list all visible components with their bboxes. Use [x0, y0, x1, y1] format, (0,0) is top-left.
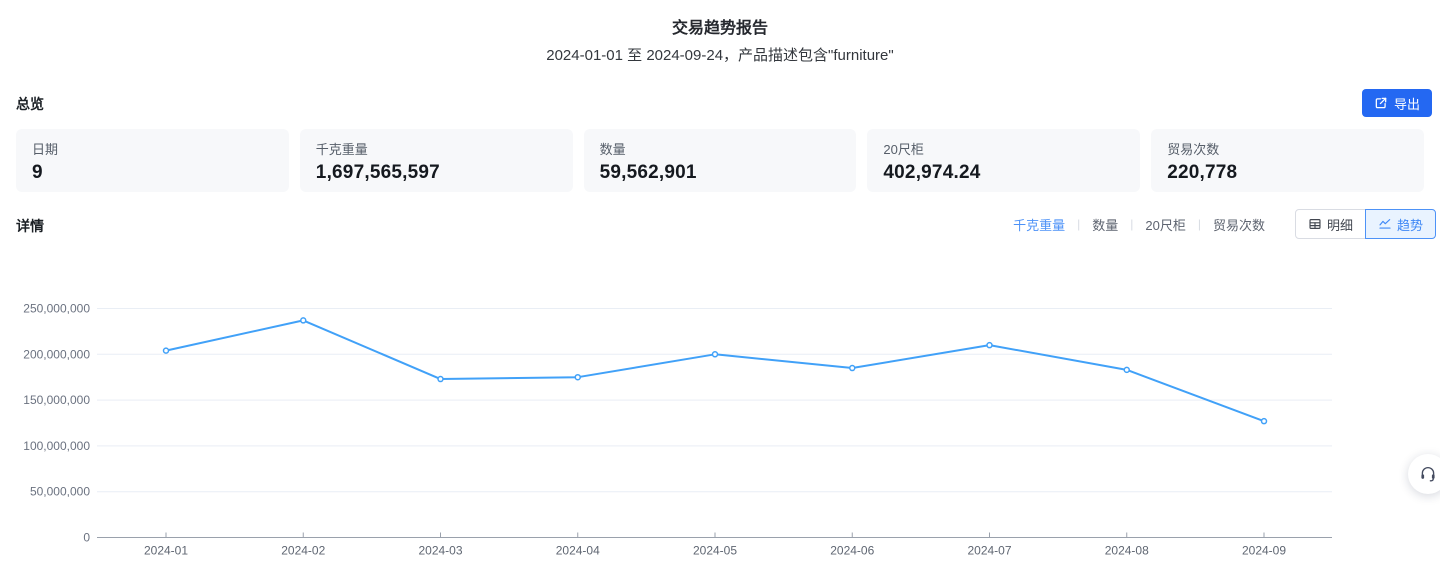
page-subtitle: 2024-01-01 至 2024-09-24，产品描述包含"furniture…: [0, 44, 1440, 65]
tab-separator: |: [1130, 217, 1133, 231]
tab-kg-weight[interactable]: 千克重量: [1013, 215, 1065, 234]
stat-label: 千克重量: [316, 139, 557, 158]
svg-text:250,000,000: 250,000,000: [23, 302, 90, 316]
svg-text:2024-03: 2024-03: [418, 544, 462, 558]
stat-card-trade-count: 贸易次数 220,778: [1151, 129, 1424, 192]
overview-heading: 总览: [16, 94, 44, 114]
stat-card-kg-weight: 千克重量 1,697,565,597: [300, 129, 573, 192]
svg-text:150,000,000: 150,000,000: [23, 393, 90, 407]
stat-card-quantity: 数量 59,562,901: [584, 129, 857, 192]
details-heading: 详情: [16, 216, 44, 236]
trade-trend-report-page: 交易趋势报告 2024-01-01 至 2024-09-24，产品描述包含"fu…: [0, 0, 1440, 588]
tab-trade-count[interactable]: 贸易次数: [1213, 215, 1265, 234]
stat-value: 9: [32, 162, 273, 184]
export-icon: [1374, 96, 1388, 110]
tab-teu[interactable]: 20尺柜: [1145, 215, 1185, 234]
trend-view-label: 趋势: [1397, 215, 1423, 234]
stat-value: 59,562,901: [600, 162, 841, 184]
export-button[interactable]: 导出: [1362, 89, 1432, 117]
svg-text:2024-07: 2024-07: [967, 544, 1011, 558]
stat-value: 402,974.24: [883, 162, 1124, 184]
stat-value: 1,697,565,597: [316, 162, 557, 184]
details-controls: 千克重量 | 数量 | 20尺柜 | 贸易次数 明细: [1013, 209, 1436, 239]
svg-text:0: 0: [83, 531, 90, 545]
view-toggle-group: 明细 趋势: [1295, 209, 1436, 239]
stat-label: 数量: [600, 139, 841, 158]
overview-cards: 日期 9 千克重量 1,697,565,597 数量 59,562,901 20…: [16, 129, 1424, 192]
tab-separator: |: [1077, 217, 1080, 231]
svg-text:2024-06: 2024-06: [830, 544, 874, 558]
export-button-label: 导出: [1394, 94, 1420, 113]
svg-text:2024-09: 2024-09: [1242, 544, 1286, 558]
stat-value: 220,778: [1167, 162, 1408, 184]
trend-view-button[interactable]: 趋势: [1365, 209, 1436, 239]
svg-text:2024-01: 2024-01: [144, 544, 188, 558]
svg-text:200,000,000: 200,000,000: [23, 347, 90, 361]
stat-card-teu: 20尺柜 402,974.24: [867, 129, 1140, 192]
table-icon: [1308, 217, 1322, 231]
trend-chart-canvas: 0 50,000,000 100,000,000 150,000,000 200,000…: [0, 270, 1440, 588]
stat-card-date: 日期 9: [16, 129, 289, 192]
tab-separator: |: [1198, 217, 1201, 231]
svg-text:2024-05: 2024-05: [693, 544, 737, 558]
svg-text:2024-02: 2024-02: [281, 544, 325, 558]
detail-view-button[interactable]: 明细: [1295, 209, 1366, 239]
stat-label: 贸易次数: [1167, 139, 1408, 158]
svg-text:2024-04: 2024-04: [556, 544, 600, 558]
tab-quantity[interactable]: 数量: [1092, 215, 1118, 234]
stat-label: 20尺柜: [883, 139, 1124, 158]
svg-text:100,000,000: 100,000,000: [23, 439, 90, 453]
help-fab-button[interactable]: [1408, 454, 1440, 494]
metric-tabs: 千克重量 | 数量 | 20尺柜 | 贸易次数: [1013, 215, 1265, 234]
trend-line-icon: [1378, 217, 1392, 231]
stat-label: 日期: [32, 139, 273, 158]
headset-icon: [1419, 465, 1437, 483]
trend-line-chart: 0 50,000,000 100,000,000 150,000,000 200,000…: [0, 270, 1440, 588]
page-title: 交易趋势报告: [0, 14, 1440, 38]
detail-view-label: 明细: [1327, 215, 1353, 234]
svg-text:2024-08: 2024-08: [1105, 544, 1149, 558]
svg-text:50,000,000: 50,000,000: [30, 485, 90, 499]
